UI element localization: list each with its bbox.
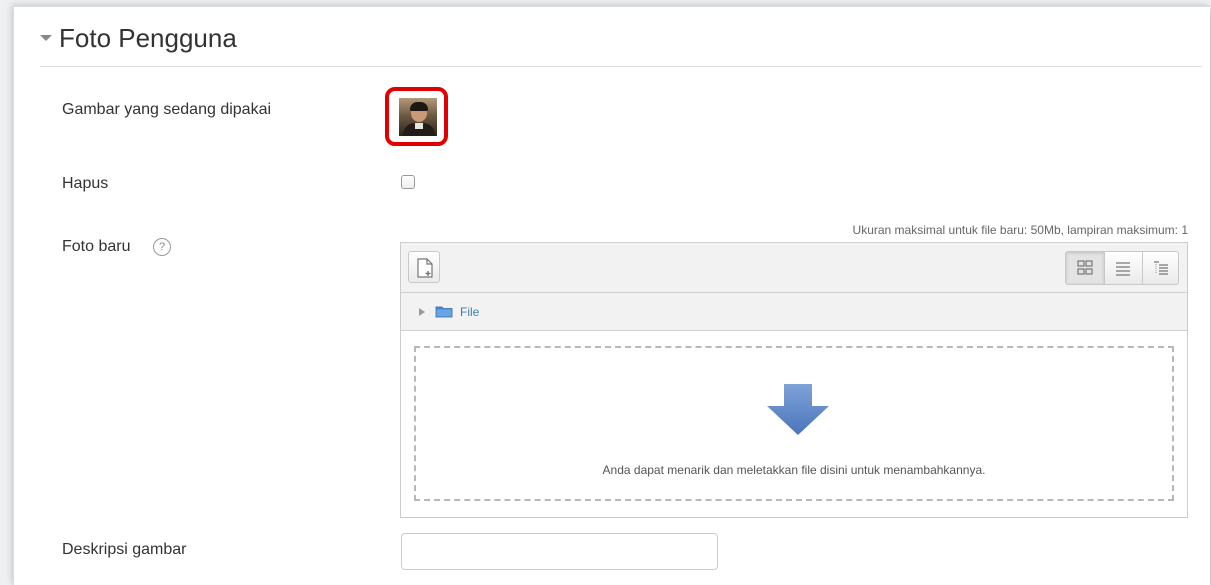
new-picture-label: Foto baru — [62, 238, 131, 255]
upload-limits-text: Ukuran maksimal untuk file baru: 50Mb, l… — [852, 223, 1188, 237]
current-picture-label: Gambar yang sedang dipakai — [62, 101, 272, 118]
drop-zone-text: Anda dapat menarik dan meletakkan file d… — [602, 463, 986, 477]
file-manager: File Anda dapat menarik dan meletakkan f… — [400, 242, 1188, 518]
view-icons-button[interactable] — [1066, 252, 1104, 284]
description-input[interactable] — [401, 533, 718, 570]
delete-picture-checkbox[interactable] — [401, 175, 415, 189]
view-details-button[interactable] — [1104, 252, 1142, 284]
file-manager-path-bar: File — [401, 293, 1187, 331]
collapse-caret-icon — [40, 35, 52, 41]
section-title: Foto Pengguna — [59, 23, 237, 53]
help-icon[interactable]: ? — [153, 238, 171, 256]
list-view-icon — [1116, 262, 1130, 276]
current-picture-highlight — [385, 87, 448, 146]
grid-view-icon — [1077, 260, 1093, 275]
tree-view-icon — [1154, 261, 1168, 275]
section-header-foto-pengguna[interactable]: Foto Pengguna — [40, 21, 1202, 67]
drop-arrow-icon — [767, 384, 829, 435]
add-file-button[interactable] — [408, 251, 440, 283]
delete-label: Hapus — [62, 175, 109, 192]
view-tree-button[interactable] — [1142, 252, 1180, 284]
add-file-icon — [417, 258, 433, 278]
current-user-avatar — [399, 98, 437, 136]
folder-icon — [435, 306, 453, 318]
drop-zone[interactable]: Anda dapat menarik dan meletakkan file d… — [414, 346, 1174, 501]
expand-arrow-icon[interactable] — [419, 308, 425, 316]
user-picture-form: Foto Pengguna Gambar yang sedang dipakai… — [13, 6, 1210, 585]
path-folder-file[interactable]: File — [460, 305, 479, 319]
file-manager-toolbar — [401, 243, 1187, 293]
view-mode-group — [1065, 251, 1179, 285]
description-label: Deskripsi gambar — [62, 541, 187, 558]
